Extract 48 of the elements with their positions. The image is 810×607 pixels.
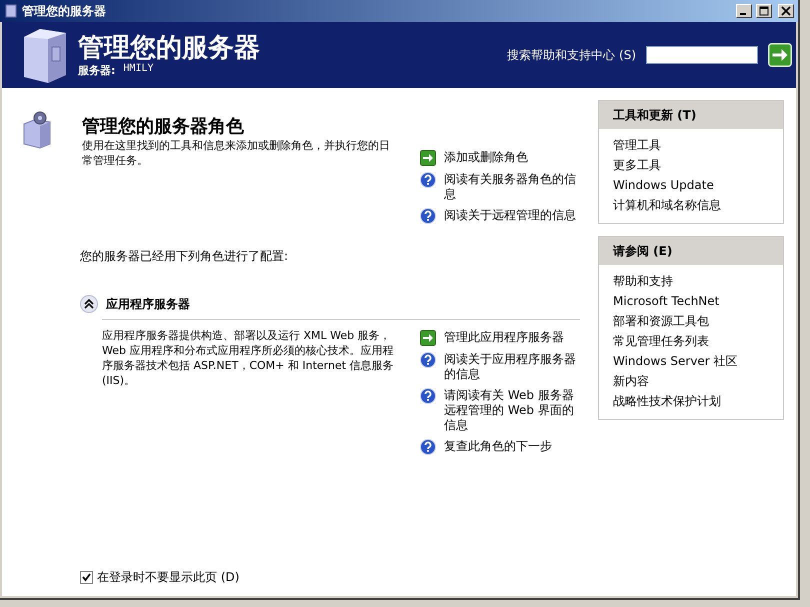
sidebar-link[interactable]: 更多工具 <box>613 157 769 173</box>
search-label: 搜索帮助和支持中心 (S) <box>507 46 636 64</box>
close-button[interactable] <box>778 4 794 18</box>
configured-note: 您的服务器已经用下列角色进行了配置: <box>80 248 290 265</box>
help-icon <box>420 208 436 224</box>
action-link[interactable]: 添加或删除角色 <box>444 150 528 165</box>
panel-title: 工具和更新 (T) <box>599 101 783 129</box>
sidebar-link[interactable]: Windows Server 社区 <box>613 353 769 369</box>
checkbox-label: 在登录时不要显示此页 (D) <box>97 569 240 586</box>
window-title: 管理您的服务器 <box>22 2 107 20</box>
sidebar-link[interactable]: Windows Update <box>613 177 769 193</box>
help-link[interactable]: 阅读关于远程管理的信息 <box>444 208 576 223</box>
sidebar-link[interactable]: 帮助和支持 <box>613 273 769 289</box>
help-link[interactable]: 阅读关于应用程序服务器的信息 <box>444 352 580 382</box>
help-icon <box>420 439 436 455</box>
page-title: 管理您的服务器 <box>78 32 261 62</box>
help-icon <box>420 388 436 404</box>
checkbox[interactable] <box>80 571 93 584</box>
sidebar-link[interactable]: 战略性技术保护计划 <box>613 393 769 409</box>
help-icon <box>420 352 436 368</box>
search-field[interactable] <box>646 46 758 64</box>
maximize-button[interactable] <box>756 4 772 18</box>
panel-title: 请参阅 (E) <box>599 237 783 265</box>
sidebar-link[interactable]: 部署和资源工具包 <box>613 313 769 329</box>
help-link[interactable]: 阅读有关服务器角色的信息 <box>444 172 580 202</box>
minimize-button[interactable] <box>736 4 752 18</box>
server-icon <box>4 4 18 18</box>
action-link[interactable]: 管理此应用程序服务器 <box>444 330 564 345</box>
server-label: 服务器: <box>78 62 116 78</box>
sidebar-link[interactable]: 常见管理任务列表 <box>613 333 769 349</box>
role-title: 应用程序服务器 <box>106 296 190 312</box>
sidebar-link[interactable]: Microsoft TechNet <box>613 293 769 309</box>
check-icon <box>82 573 91 582</box>
section-title: 管理您的服务器角色 <box>82 115 245 138</box>
sidebar-link[interactable]: 管理工具 <box>613 137 769 153</box>
help-icon <box>420 172 436 188</box>
maximize-icon <box>759 6 769 16</box>
server-name: HMILY <box>123 62 154 76</box>
minimize-icon <box>740 13 746 15</box>
sidebar-link[interactable]: 计算机和域名称信息 <box>613 197 769 213</box>
section-description: 使用在这里找到的工具和信息来添加或删除角色，并执行您的日常管理任务。 <box>82 138 391 169</box>
help-link[interactable]: 请阅读有关 Web 服务器远程管理的 Web 界面的信息 <box>444 388 580 433</box>
close-icon <box>781 6 791 16</box>
collapse-icon[interactable] <box>80 295 98 313</box>
sidebar-link[interactable]: 新内容 <box>613 373 769 389</box>
go-button[interactable] <box>768 43 792 67</box>
role-description: 应用程序服务器提供构造、部署以及运行 XML Web 服务，Web 应用程序和分布式应用程序所必须的核心技术。应用程序服务器技术包括 ASP.NET，COM+ 和 Internet 信息服务(IIS)。 <box>102 328 395 389</box>
help-link[interactable]: 复查此角色的下一步 <box>444 439 552 454</box>
